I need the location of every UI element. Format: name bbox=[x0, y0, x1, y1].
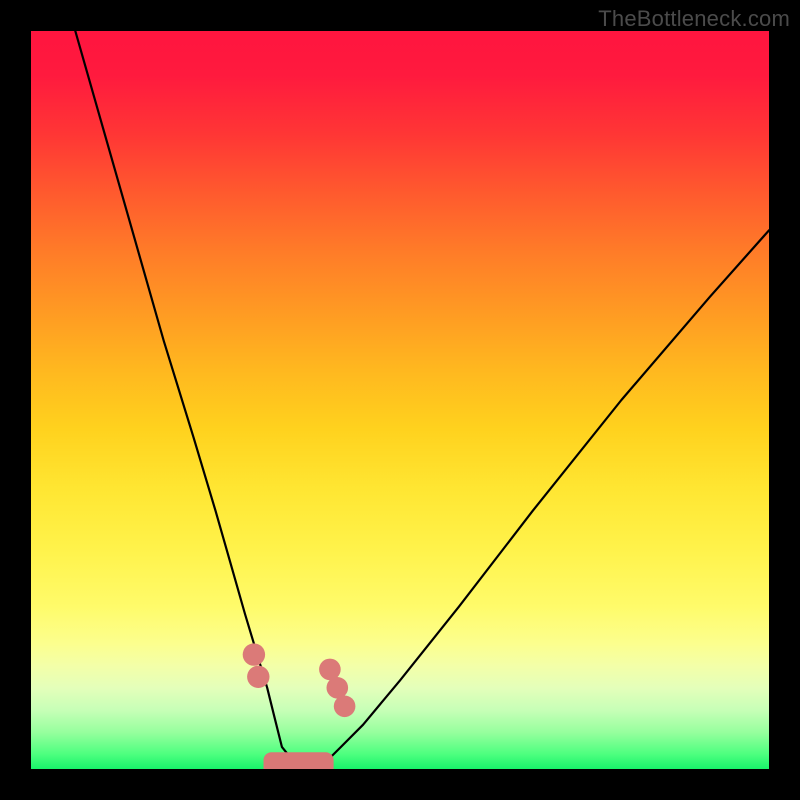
curve-markers-group bbox=[243, 643, 356, 717]
curve-marker bbox=[243, 643, 265, 665]
bottleneck-curve-line bbox=[75, 31, 769, 765]
trough-marker-band bbox=[264, 752, 334, 769]
curve-marker bbox=[319, 659, 341, 681]
chart-frame: TheBottleneck.com bbox=[0, 0, 800, 800]
gradient-plot-area bbox=[31, 31, 769, 769]
curve-marker bbox=[334, 696, 356, 718]
watermark-text: TheBottleneck.com bbox=[598, 6, 790, 32]
curve-marker bbox=[247, 666, 269, 688]
bottleneck-curve-svg bbox=[31, 31, 769, 769]
curve-marker bbox=[327, 677, 349, 699]
